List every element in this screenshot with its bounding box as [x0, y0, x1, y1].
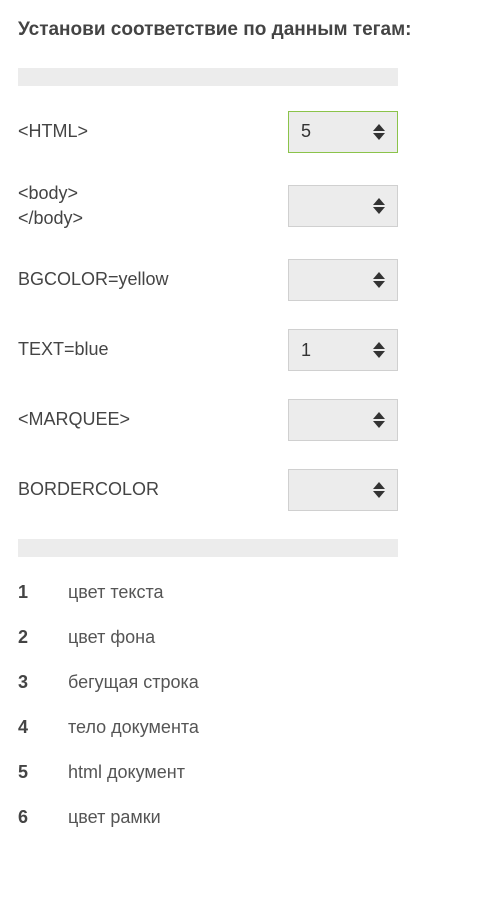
select-bordercolor[interactable]: [288, 469, 398, 511]
select-marquee[interactable]: [288, 399, 398, 441]
answer-text: цвет текста: [68, 582, 164, 603]
select-arrows-icon: [373, 342, 385, 358]
select-arrows-icon: [373, 124, 385, 140]
select-text[interactable]: 1: [288, 329, 398, 371]
answer-text: цвет рамки: [68, 807, 161, 828]
answer-num: 2: [18, 627, 68, 648]
select-arrows-icon: [373, 272, 385, 288]
divider-bar: [18, 539, 398, 557]
answer-text: html документ: [68, 762, 185, 783]
match-row: <HTML> 5: [18, 111, 398, 153]
answer-row: 4 тело документа: [18, 717, 482, 738]
match-label-text: TEXT=blue: [18, 337, 109, 362]
answer-num: 1: [18, 582, 68, 603]
select-html[interactable]: 5: [288, 111, 398, 153]
answer-text: бегущая строка: [68, 672, 199, 693]
answer-num: 3: [18, 672, 68, 693]
select-body[interactable]: [288, 185, 398, 227]
select-value: 5: [301, 121, 311, 142]
select-arrows-icon: [373, 198, 385, 214]
select-value: 1: [301, 340, 311, 361]
match-label-bgcolor: BGCOLOR=yellow: [18, 267, 169, 292]
match-label-bordercolor: BORDERCOLOR: [18, 477, 159, 502]
answers-section: 1 цвет текста 2 цвет фона 3 бегущая стро…: [18, 582, 482, 828]
divider-bar: [18, 68, 398, 86]
answer-row: 6 цвет рамки: [18, 807, 482, 828]
select-bgcolor[interactable]: [288, 259, 398, 301]
answer-num: 5: [18, 762, 68, 783]
select-arrows-icon: [373, 482, 385, 498]
match-row: BORDERCOLOR: [18, 469, 398, 511]
match-label-html: <HTML>: [18, 119, 88, 144]
answer-text: цвет фона: [68, 627, 155, 648]
answer-row: 2 цвет фона: [18, 627, 482, 648]
question-title: Установи соответствие по данным тегам:: [18, 18, 482, 43]
match-label-marquee: <MARQUEE>: [18, 407, 130, 432]
match-row: <MARQUEE>: [18, 399, 398, 441]
select-arrows-icon: [373, 412, 385, 428]
match-row: TEXT=blue 1: [18, 329, 398, 371]
answer-num: 4: [18, 717, 68, 738]
answer-row: 3 бегущая строка: [18, 672, 482, 693]
answer-row: 1 цвет текста: [18, 582, 482, 603]
answer-num: 6: [18, 807, 68, 828]
answer-text: тело документа: [68, 717, 199, 738]
answer-row: 5 html документ: [18, 762, 482, 783]
match-row: BGCOLOR=yellow: [18, 259, 398, 301]
match-label-body: <body> </body>: [18, 181, 83, 231]
match-row: <body> </body>: [18, 181, 398, 231]
